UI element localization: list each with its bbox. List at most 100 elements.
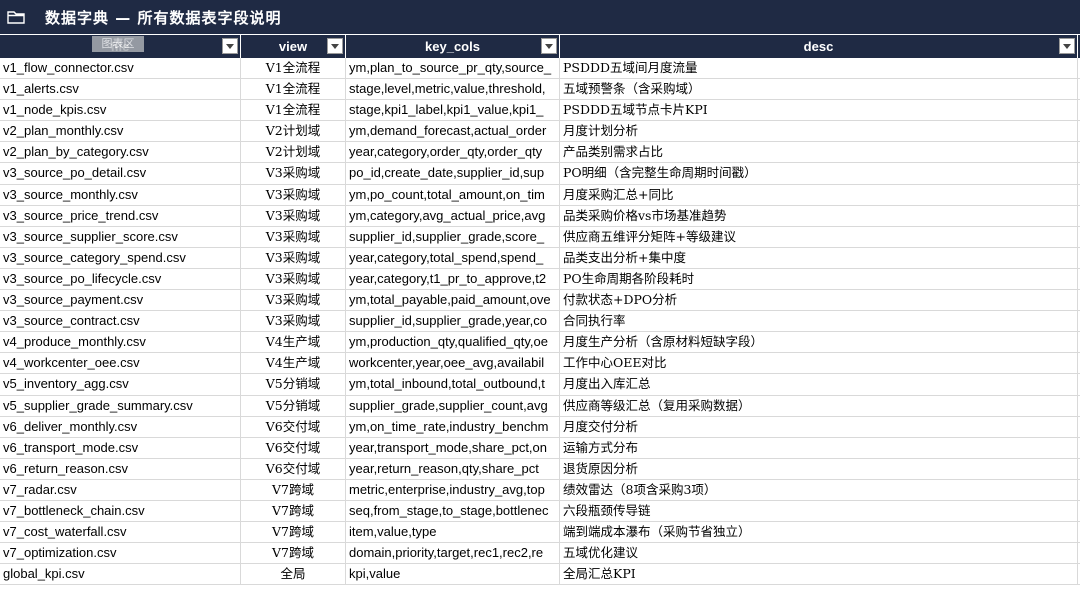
cell-view[interactable]: V6交付域 xyxy=(241,416,346,437)
cell-file[interactable]: v3_source_monthly.csv xyxy=(0,184,241,205)
cell-key-cols[interactable]: year,transport_mode,share_pct,on xyxy=(346,437,560,458)
cell-view[interactable]: V3采购域 xyxy=(241,226,346,247)
table-row[interactable]: v3_source_category_spend.csv V3采购域 year,ca… xyxy=(0,247,1080,269)
cell-view[interactable]: V3采购域 xyxy=(241,247,346,268)
cell-desc[interactable]: 品类支出分析+集中度 xyxy=(560,247,1078,268)
cell-desc[interactable]: 运输方式分布 xyxy=(560,437,1078,458)
cell-file[interactable]: v3_source_contract.csv xyxy=(0,311,241,332)
table-row[interactable]: v1_alerts.csv V1全流程 stage,level,metric,val… xyxy=(0,79,1080,101)
cell-key-cols[interactable]: ym,total_payable,paid_amount,ove xyxy=(346,290,560,311)
cell-file[interactable]: v7_optimization.csv xyxy=(0,543,241,564)
cell-key-cols[interactable]: domain,priority,target,rec1,rec2,re xyxy=(346,543,560,564)
cell-view[interactable]: V3采购域 xyxy=(241,311,346,332)
cell-desc[interactable]: PO生命周期各阶段耗时 xyxy=(560,268,1078,290)
cell-key-cols[interactable]: year,category,order_qty,order_qty xyxy=(346,142,560,163)
cell-key-cols[interactable]: supplier_id,supplier_grade,year,co xyxy=(346,311,560,332)
cell-view[interactable]: V7跨域 xyxy=(241,500,346,522)
cell-key-cols[interactable]: ym,demand_forecast,actual_order xyxy=(346,121,560,142)
cell-view[interactable]: V4生产域 xyxy=(241,353,346,374)
table-row[interactable]: v7_cost_waterfall.csv V7跨域 item,value,type… xyxy=(0,522,1080,544)
cell-file[interactable]: v1_flow_connector.csv xyxy=(0,58,241,79)
table-row[interactable]: v4_workcenter_oee.csv V4生产域 workcenter,yea… xyxy=(0,353,1080,375)
cell-key-cols[interactable]: metric,enterprise,industry_avg,top xyxy=(346,479,560,500)
filter-dropdown-button[interactable] xyxy=(541,38,557,54)
cell-file[interactable]: v7_radar.csv xyxy=(0,479,241,500)
cell-view[interactable]: V3采购域 xyxy=(241,184,346,205)
cell-key-cols[interactable]: stage,kpi1_label,kpi1_value,kpi1_ xyxy=(346,100,560,121)
filter-dropdown-button[interactable] xyxy=(222,38,238,54)
cell-view[interactable]: V3采购域 xyxy=(241,205,346,226)
cell-file[interactable]: v3_source_category_spend.csv xyxy=(0,247,241,268)
cell-key-cols[interactable]: year,category,t1_pr_to_approve,t2 xyxy=(346,268,560,290)
cell-desc[interactable]: 六段瓶颈传导链 xyxy=(560,500,1078,522)
cell-key-cols[interactable]: item,value,type xyxy=(346,522,560,543)
cell-desc[interactable]: 五域预警条（含采购域） xyxy=(560,79,1078,100)
cell-key-cols[interactable]: seq,from_stage,to_stage,bottlenec xyxy=(346,500,560,522)
cell-file[interactable]: v1_node_kpis.csv xyxy=(0,100,241,121)
cell-view[interactable]: V6交付域 xyxy=(241,437,346,458)
table-row[interactable]: v6_return_reason.csv V6交付域 year,return_rea… xyxy=(0,458,1080,480)
table-row[interactable]: v5_inventory_agg.csv V5分销域 ym,total_inboun… xyxy=(0,374,1080,396)
cell-key-cols[interactable]: ym,category,avg_actual_price,avg xyxy=(346,205,560,226)
cell-view[interactable]: V3采购域 xyxy=(241,163,346,184)
cell-view[interactable]: V3采购域 xyxy=(241,268,346,290)
cell-view[interactable]: V7跨域 xyxy=(241,543,346,564)
cell-key-cols[interactable]: ym,production_qty,qualified_qty,oe xyxy=(346,332,560,353)
filter-dropdown-button[interactable] xyxy=(327,38,343,54)
cell-desc[interactable]: 合同执行率 xyxy=(560,311,1078,332)
table-row[interactable]: global_kpi.csv 全局 kpi,value 全局汇总KPI xyxy=(0,564,1080,586)
cell-file[interactable]: v2_plan_monthly.csv xyxy=(0,121,241,142)
cell-key-cols[interactable]: po_id,create_date,supplier_id,sup xyxy=(346,163,560,184)
table-row[interactable]: v3_source_payment.csv V3采购域 ym,total_payab… xyxy=(0,290,1080,312)
cell-view[interactable]: V6交付域 xyxy=(241,458,346,479)
cell-desc[interactable]: 月度采购汇总+同比 xyxy=(560,184,1078,205)
cell-key-cols[interactable]: supplier_id,supplier_grade,score_ xyxy=(346,226,560,247)
cell-file[interactable]: v1_alerts.csv xyxy=(0,79,241,100)
cell-view[interactable]: V7跨域 xyxy=(241,522,346,543)
table-row[interactable]: v7_bottleneck_chain.csv V7跨域 seq,from_stag… xyxy=(0,500,1080,523)
cell-desc[interactable]: 全局汇总KPI xyxy=(560,564,1078,585)
cell-file[interactable]: v3_source_po_detail.csv xyxy=(0,163,241,184)
cell-desc[interactable]: 付款状态+DPO分析 xyxy=(560,290,1078,311)
cell-desc[interactable]: PO明细（含完整生命周期时间戳） xyxy=(560,163,1078,184)
cell-view[interactable]: V2计划域 xyxy=(241,142,346,163)
cell-view[interactable]: V1全流程 xyxy=(241,79,346,100)
cell-file[interactable]: v3_source_po_lifecycle.csv xyxy=(0,268,241,290)
cell-file[interactable]: global_kpi.csv xyxy=(0,564,241,585)
cell-desc[interactable]: 端到端成本瀑布（采购节省独立） xyxy=(560,522,1078,543)
cell-key-cols[interactable]: supplier_grade,supplier_count,avg xyxy=(346,395,560,416)
cell-key-cols[interactable]: workcenter,year,oee_avg,availabil xyxy=(346,353,560,374)
cell-desc[interactable]: 品类采购价格vs市场基准趋势 xyxy=(560,205,1078,226)
cell-key-cols[interactable]: kpi,value xyxy=(346,564,560,585)
table-row[interactable]: v3_source_po_lifecycle.csv V3采购域 year,cate… xyxy=(0,268,1080,291)
table-row[interactable]: v4_produce_monthly.csv V4生产域 ym,production… xyxy=(0,332,1080,354)
cell-view[interactable]: 全局 xyxy=(241,564,346,585)
table-row[interactable]: v3_source_monthly.csv V3采购域 ym,po_count,to… xyxy=(0,184,1080,206)
cell-view[interactable]: V5分销域 xyxy=(241,374,346,395)
table-row[interactable]: v1_flow_connector.csv V1全流程 ym,plan_to_sou… xyxy=(0,58,1080,80)
cell-file[interactable]: v7_cost_waterfall.csv xyxy=(0,522,241,543)
cell-file[interactable]: v6_return_reason.csv xyxy=(0,458,241,479)
cell-desc[interactable]: 供应商五维评分矩阵+等级建议 xyxy=(560,226,1078,247)
cell-file[interactable]: v6_transport_mode.csv xyxy=(0,437,241,458)
cell-file[interactable]: v7_bottleneck_chain.csv xyxy=(0,500,241,522)
cell-view[interactable]: V1全流程 xyxy=(241,58,346,79)
cell-key-cols[interactable]: ym,plan_to_source_pr_qty,source_ xyxy=(346,58,560,79)
cell-desc[interactable]: 五域优化建议 xyxy=(560,543,1078,564)
cell-desc[interactable]: 产品类别需求占比 xyxy=(560,142,1078,163)
table-row[interactable]: v6_transport_mode.csv V6交付域 year,transport… xyxy=(0,437,1080,459)
table-row[interactable]: v3_source_contract.csv V3采购域 supplier_id,s… xyxy=(0,311,1080,333)
table-row[interactable]: v2_plan_monthly.csv V2计划域 ym,demand_foreca… xyxy=(0,121,1080,143)
table-row[interactable]: v7_optimization.csv V7跨域 domain,priority,t… xyxy=(0,543,1080,565)
table-row[interactable]: v5_supplier_grade_summary.csv V5分销域 suppli… xyxy=(0,395,1080,417)
cell-file[interactable]: v4_workcenter_oee.csv xyxy=(0,353,241,374)
cell-desc[interactable]: 月度生产分析（含原材料短缺字段） xyxy=(560,332,1078,353)
cell-view[interactable]: V1全流程 xyxy=(241,100,346,121)
cell-desc[interactable]: 退货原因分析 xyxy=(560,458,1078,479)
cell-file[interactable]: v4_produce_monthly.csv xyxy=(0,332,241,353)
cell-file[interactable]: v2_plan_by_category.csv xyxy=(0,142,241,163)
cell-desc[interactable]: 月度交付分析 xyxy=(560,416,1078,437)
cell-file[interactable]: v5_supplier_grade_summary.csv xyxy=(0,395,241,416)
cell-key-cols[interactable]: stage,level,metric,value,threshold, xyxy=(346,79,560,100)
cell-file[interactable]: v3_source_supplier_score.csv xyxy=(0,226,241,247)
